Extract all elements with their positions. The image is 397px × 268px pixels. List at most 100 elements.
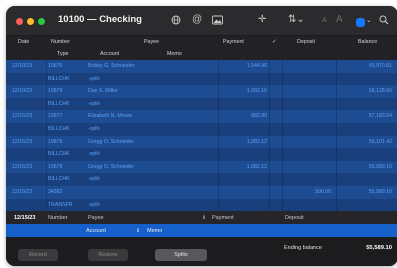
balance-cell: 55,089.10	[368, 163, 392, 170]
number-cell: 10877	[48, 113, 63, 120]
entry-payment-field[interactable]: Payment	[212, 215, 234, 221]
col-payment[interactable]: Payment	[223, 39, 244, 45]
balance-cell: 57,183.54	[368, 113, 392, 120]
date-cell: 12/15/23	[12, 113, 33, 120]
entry-date-field[interactable]: 12/15/23	[14, 215, 35, 221]
picture-icon[interactable]	[212, 12, 223, 31]
date-cell: 12/10/23	[12, 88, 33, 95]
balance-cell: 55,589.10	[368, 188, 392, 195]
entry-number-field[interactable]: Number	[48, 215, 68, 221]
restore-button[interactable]: Restore	[88, 249, 128, 261]
column-header-line2: Type Account Memo	[6, 48, 397, 60]
account-cell: -split-	[88, 100, 101, 107]
date-cell: 12/15/23	[12, 188, 33, 195]
ending-balance-label: Ending balance	[284, 245, 322, 251]
col-memo[interactable]: Memo	[167, 51, 182, 57]
payment-cell: 1,082.12	[246, 138, 267, 145]
entry-memo-field[interactable]: Memo	[147, 228, 162, 234]
number-cell: 10879	[48, 88, 63, 95]
color-square-icon[interactable]	[356, 18, 365, 27]
at-sign-icon[interactable]: @	[192, 12, 202, 28]
column-divider	[218, 60, 219, 211]
splits-button[interactable]: Splits	[155, 249, 207, 261]
type-cell: BILLCHK	[48, 125, 70, 132]
title-bar: 10100 — Checking @ ✛ ⇅⌄ A A ⌄	[6, 6, 397, 35]
text-larger-icon[interactable]: A	[336, 12, 343, 28]
number-cell: 34382	[48, 188, 63, 195]
account-cell: -split-	[88, 151, 101, 158]
date-cell: 12/15/23	[12, 138, 33, 145]
entry-deposit-field[interactable]: Deposit	[285, 215, 304, 221]
date-cell: 12/10/23	[12, 63, 33, 69]
number-cell: 10876	[48, 63, 63, 69]
col-date[interactable]: Date	[18, 39, 29, 45]
new-transaction-row: 12/15/23 Number Payee ⇕ Payment Deposit	[6, 211, 397, 224]
sort-icon[interactable]: ⇅⌄	[288, 12, 305, 28]
payment-cell: 1,082.12	[246, 163, 267, 170]
col-account[interactable]: Account	[100, 51, 119, 57]
column-header-line1: Date Number Payee Payment ✓ Deposit Bala…	[6, 36, 397, 48]
minimize-button[interactable]	[27, 18, 34, 25]
type-cell: TRANSFR	[48, 201, 73, 208]
table-row[interactable]: 12/15/23 10877 Elizabeth N. Moore 882.80 57,…	[6, 110, 397, 123]
table-row-detail[interactable]: BILLCHK -split-	[6, 148, 397, 161]
column-divider	[336, 60, 337, 211]
table-row[interactable]: 12/10/23 10876 Bobby G. Schneider 1,544.96 5…	[6, 60, 397, 73]
table-row[interactable]: 12/15/23 34382 500.00 55,589.10	[6, 185, 397, 199]
col-cleared[interactable]: ✓	[272, 39, 276, 45]
payee-cell: Dan S. Miller	[88, 88, 118, 95]
payee-cell: Gregg O. Schneider	[88, 138, 135, 145]
balance-cell: 56,101.42	[368, 138, 392, 145]
table-row-detail[interactable]: BILLCHK -split-	[6, 122, 397, 136]
column-divider	[282, 60, 283, 211]
record-button[interactable]: Record	[18, 249, 58, 261]
col-balance[interactable]: Balance	[358, 39, 377, 45]
register-footer: Record Restore Splits Ending balance 55,…	[6, 237, 397, 266]
close-button[interactable]	[16, 18, 23, 25]
crosshair-icon[interactable]: ✛	[258, 12, 266, 28]
table-row-detail[interactable]: BILLCHK -split-	[6, 173, 397, 186]
type-cell: BILLCHK	[48, 176, 70, 183]
table-row[interactable]: 12/15/23 10879 Gregg O. Schneider 1,082.12 5…	[6, 160, 397, 174]
type-cell: BILLCHK	[48, 100, 70, 107]
col-type[interactable]: Type	[57, 51, 68, 57]
table-row-detail[interactable]: TRANSFR -split-	[6, 198, 397, 212]
transaction-list: 12/10/23 10876 Bobby G. Schneider 1,544.96 5…	[6, 60, 397, 212]
type-cell: BILLCHK	[48, 151, 70, 158]
account-dropdown-icon[interactable]: ⇕	[136, 228, 140, 234]
zoom-button[interactable]	[38, 18, 45, 25]
chevron-down-icon[interactable]: ⌄	[366, 13, 372, 29]
table-row-detail[interactable]: BILLCHK -split-	[6, 97, 397, 111]
account-cell: -split-	[88, 176, 101, 183]
table-row-detail[interactable]: BILLCHK -split-	[6, 72, 397, 86]
table-row[interactable]: 12/10/23 10879 Dan S. Miller 1,092.15 58,128…	[6, 85, 397, 98]
payee-cell: Elizabeth N. Moore	[88, 113, 133, 120]
column-divider	[269, 60, 270, 211]
balance-cell: 58,128.66	[368, 88, 392, 95]
payee-cell: Gregg O. Schneider	[88, 163, 135, 170]
register-window: 10100 — Checking @ ✛ ⇅⌄ A A ⌄ Date Numbe…	[6, 6, 397, 266]
date-cell: 12/15/23	[12, 163, 33, 170]
number-cell: 10878	[48, 138, 63, 145]
payment-cell: 1,092.15	[246, 88, 267, 95]
deposit-cell: 500.00	[315, 188, 331, 195]
payee-cell: Bobby G. Schneider	[88, 63, 135, 69]
account-cell: -split-	[88, 75, 101, 82]
text-smaller-icon[interactable]: A	[322, 13, 327, 29]
payment-cell: 1,544.96	[246, 63, 267, 69]
col-payee[interactable]: Payee	[144, 39, 159, 45]
entry-payee-field[interactable]: Payee	[88, 215, 104, 221]
col-deposit[interactable]: Deposit	[297, 39, 315, 45]
ending-balance-value: 55,589.10	[366, 245, 392, 251]
account-cell: -split-	[88, 201, 101, 208]
type-cell: BILLCHK	[48, 75, 70, 82]
globe-icon[interactable]	[171, 12, 181, 31]
table-row[interactable]: 12/15/23 10878 Gregg O. Schneider 1,082.12 5…	[6, 135, 397, 149]
payment-cell: 882.80	[251, 113, 267, 120]
entry-account-field[interactable]: Account	[86, 228, 106, 234]
column-divider	[46, 60, 47, 211]
balance-cell: 59,970.81	[368, 63, 392, 69]
payee-dropdown-icon[interactable]: ⇕	[202, 215, 206, 221]
search-icon[interactable]	[379, 12, 389, 31]
col-number[interactable]: Number	[51, 39, 70, 45]
